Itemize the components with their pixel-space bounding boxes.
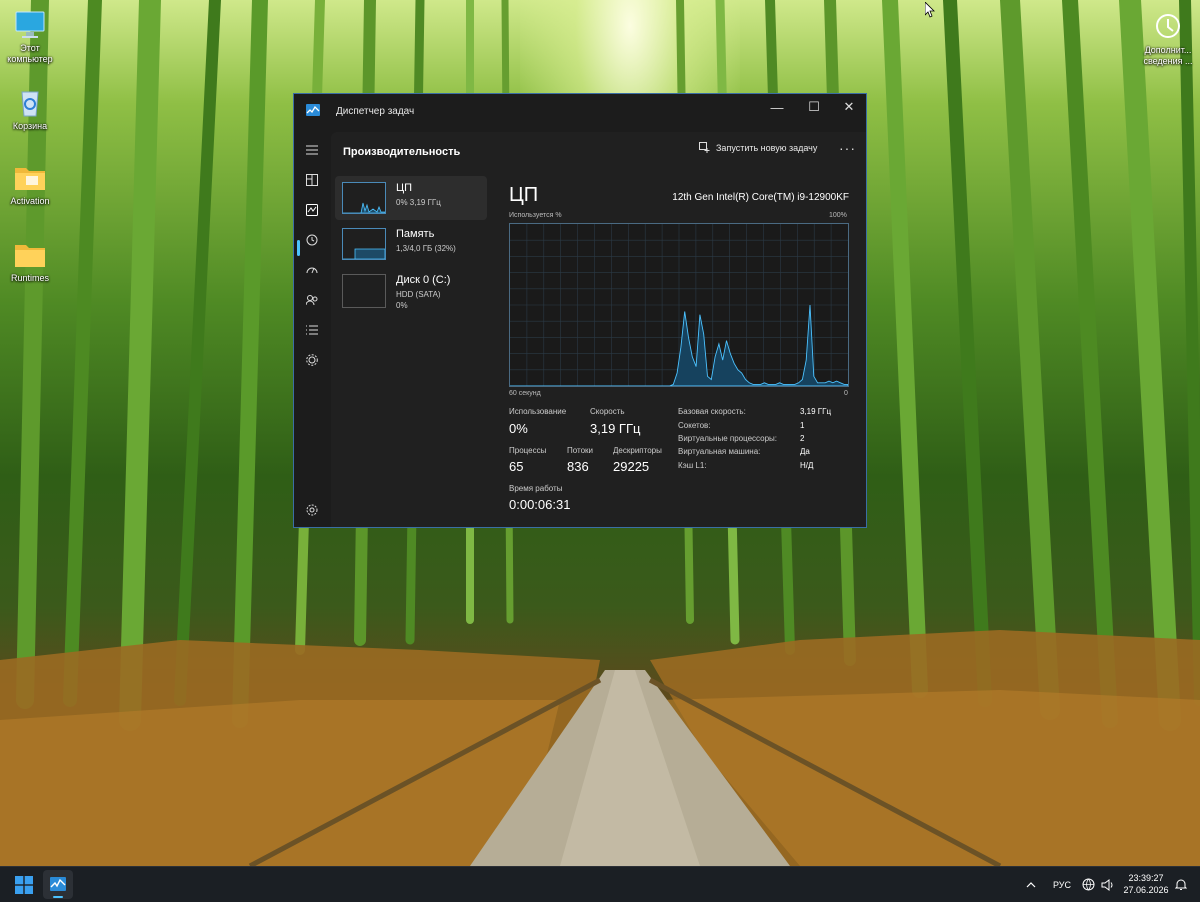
menu-icon[interactable] [304,142,320,158]
perf-item-detail: HDD (SATA) 0% [396,289,441,311]
handles-value: 29225 [613,459,650,474]
graph-x-min: 0 [844,390,848,397]
uptime-value: 0:00:06:31 [509,497,571,512]
desktop-icon-label: Дополнит... [1144,45,1192,55]
detail-label: Виртуальная машина: [678,447,761,456]
chevron-up-icon [1026,881,1036,887]
main-panel: Производительность Запустить новую задач… [331,132,866,527]
detail-label: Сокетов: [678,421,711,430]
detail-value: Н/Д [800,461,814,470]
graph-y-label: Используется % [509,212,562,219]
maximize-button[interactable]: ☐ [797,94,831,120]
active-indicator [297,240,300,256]
desktop-icon-runtimes[interactable]: Runtimes [0,240,60,284]
window-title: Диспетчер задач [336,106,415,117]
windows-start-icon[interactable] [15,876,33,894]
running-indicator [53,896,63,898]
perf-item-detail: 1,3/4,0 ГБ (32%) [396,244,456,253]
usage-label: Использование [509,407,567,416]
title-bar[interactable]: Диспетчер задач — ☐ ✕ [294,94,866,126]
detail-label: Кэш L1: [678,461,707,470]
processes-value: 65 [509,459,524,474]
detail-label: Виртуальные процессоры: [678,434,777,443]
perf-item-name: Диск 0 (C:) [396,274,451,286]
help-info-icon [1152,12,1184,42]
graph-x-label: 60 секунд [509,390,541,397]
cpu-model: 12th Gen Intel(R) Core(TM) i9-12900KF [672,192,849,203]
clock-date: 27.06.2026 [1123,885,1169,895]
detail-value: Да [800,447,810,456]
task-manager-app-icon [50,877,66,891]
graph-y-max: 100% [829,212,847,219]
desktop-icon-additional-info[interactable]: Дополнит... сведения ... [1138,12,1198,67]
perf-item-name: ЦП [396,182,413,194]
clock-time: 23:39:27 [1128,873,1164,883]
details-icon[interactable] [304,322,320,338]
taskbar: РУС 23:39:27 27.06.2026 [0,866,1200,902]
cpu-usage-graph [509,223,849,387]
detail-value: 3,19 ГГц [800,407,832,416]
navigation-rail [294,132,330,527]
disk-usage: 0% [396,301,408,310]
desktop-icon-label: Runtimes [10,273,49,283]
perf-item-memory[interactable]: Память 1,3/4,0 ГБ (32%) [335,222,487,266]
system-clock[interactable]: 23:39:27 27.06.2026 [1122,872,1170,896]
desktop-icon-label: Корзина [12,121,48,131]
desktop-icon-activation[interactable]: Activation [0,163,60,207]
threads-value: 836 [567,459,589,474]
handles-label: Дескрипторы [613,446,662,455]
close-button[interactable]: ✕ [832,94,866,120]
uptime-label: Время работы [509,484,563,493]
perf-item-disk[interactable]: Диск 0 (C:) HDD (SATA) 0% [335,268,487,312]
processes-icon[interactable] [304,172,320,188]
detail-label: Базовая скорость: [678,407,746,416]
threads-label: Потоки [567,446,594,455]
app-history-icon[interactable] [304,232,320,248]
settings-icon[interactable] [304,502,320,518]
folder-icon [14,163,46,193]
speed-value: 3,19 ГГц [590,421,641,436]
network-icon[interactable] [1082,867,1095,902]
detail-value: 2 [800,434,805,443]
memory-thumbnail-graph [342,228,386,260]
perf-item-name: Память [396,228,435,240]
cpu-thumbnail-graph [342,182,386,214]
computer-icon [14,10,46,40]
desktop-icon-label: Этот [20,43,40,53]
desktop-icon-recycle-bin[interactable]: Корзина [0,88,60,132]
users-icon[interactable] [304,292,320,308]
performance-icon[interactable] [304,202,320,218]
perf-item-detail: 0% 3,19 ГГц [396,198,441,207]
usage-value: 0% [509,421,528,436]
task-manager-window[interactable]: Диспетчер задач — ☐ ✕ Производительность… [293,93,867,528]
disk-type: HDD (SATA) [396,290,441,299]
language-indicator[interactable]: РУС [1053,867,1071,902]
task-manager-app-icon [306,104,320,116]
detail-value: 1 [800,421,805,430]
more-options-button[interactable]: ··· [839,140,856,156]
minimize-button[interactable]: — [760,94,794,120]
speed-label: Скорость [590,407,625,416]
mouse-cursor-icon [925,2,935,18]
startup-icon[interactable] [304,262,320,278]
cpu-heading: ЦП [509,184,539,206]
run-task-icon [699,142,710,153]
run-new-task-label: Запустить новую задачу [716,142,818,153]
folder-icon [14,240,46,270]
desktop-icon-label: сведения ... [1143,56,1193,66]
services-icon[interactable] [304,352,320,368]
volume-icon[interactable] [1101,867,1115,902]
desktop-icon-this-pc[interactable]: Этот компьютер [0,10,60,65]
taskbar-task-manager-button[interactable] [43,870,73,899]
show-hidden-icons-button[interactable] [1026,867,1036,902]
disk-thumbnail-graph [342,274,386,308]
desktop-icon-label: компьютер [7,54,53,64]
notifications-icon[interactable] [1175,867,1187,902]
run-new-task-button[interactable]: Запустить новую задачу [699,142,817,153]
perf-item-cpu[interactable]: ЦП 0% 3,19 ГГц [335,176,487,220]
recycle-bin-icon [14,88,46,118]
desktop-icon-label: Activation [10,196,50,206]
page-title: Производительность [343,146,461,158]
processes-label: Процессы [509,446,547,455]
